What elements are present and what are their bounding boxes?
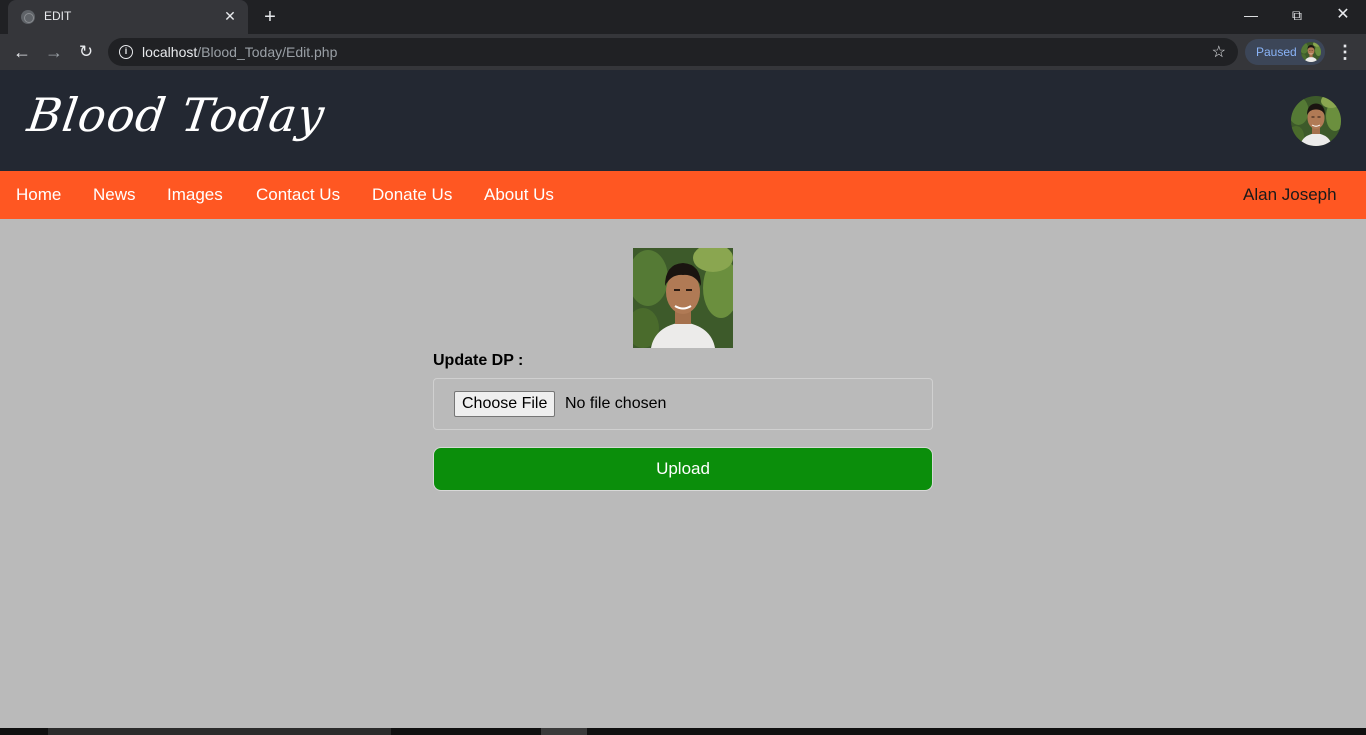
nav-about-us[interactable]: About Us <box>484 185 554 205</box>
address-bar[interactable]: i localhost/Blood_Today/Edit.php ☆ <box>108 38 1238 66</box>
minimize-icon[interactable]: — <box>1228 0 1274 30</box>
nav-donate-us[interactable]: Donate Us <box>372 185 452 205</box>
profile-photo <box>633 248 733 348</box>
reload-icon[interactable]: ↻ <box>73 39 99 65</box>
new-tab-icon[interactable]: + <box>258 5 282 29</box>
profile-status: Paused <box>1256 45 1297 59</box>
info-icon[interactable]: i <box>119 45 133 59</box>
nav-home[interactable]: Home <box>16 185 61 205</box>
window-close-icon[interactable]: ✕ <box>1320 0 1366 30</box>
profile-chip[interactable]: Paused <box>1245 39 1325 65</box>
profile-avatar <box>1301 42 1321 62</box>
url-host: localhost <box>142 44 198 60</box>
header-avatar[interactable] <box>1291 96 1341 146</box>
taskbar <box>0 728 1366 735</box>
arrow-right-icon[interactable]: → <box>41 39 67 65</box>
browser-toolbar: ← → ↻ i localhost/Blood_Today/Edit.php ☆… <box>0 34 1366 70</box>
browser-tab[interactable]: EDIT ✕ <box>8 0 248 34</box>
taskbar-app[interactable] <box>541 728 587 735</box>
tab-title: EDIT <box>44 9 72 23</box>
site-logo[interactable]: Blood Today <box>24 88 328 142</box>
main-nav: Home News Images Contact Us Donate Us Ab… <box>0 171 1366 219</box>
url-text[interactable]: localhost/Blood_Today/Edit.php <box>142 44 337 60</box>
browser-tab-strip: EDIT ✕ + — ⧉ ✕ <box>0 0 1366 34</box>
nav-user-name[interactable]: Alan Joseph <box>1243 185 1337 205</box>
nav-images[interactable]: Images <box>167 185 223 205</box>
update-dp-label: Update DP : <box>433 352 524 369</box>
site-header: Blood Today <box>0 70 1366 171</box>
file-status-text: No file chosen <box>565 395 667 412</box>
upload-button[interactable]: Upload <box>433 447 933 491</box>
arrow-left-icon[interactable]: ← <box>9 39 35 65</box>
close-tab-icon[interactable]: ✕ <box>220 6 240 26</box>
taskbar-search[interactable] <box>48 728 391 735</box>
kebab-menu-icon[interactable]: ⋮ <box>1336 39 1354 65</box>
nav-contact-us[interactable]: Contact Us <box>256 185 340 205</box>
star-icon[interactable]: ☆ <box>1212 42 1226 62</box>
globe-icon <box>21 10 35 24</box>
nav-news[interactable]: News <box>93 185 136 205</box>
url-path: /Blood_Today/Edit.php <box>197 44 338 60</box>
choose-file-button[interactable]: Choose File <box>454 391 556 417</box>
file-input[interactable]: Choose File No file chosen <box>433 378 933 430</box>
restore-icon[interactable]: ⧉ <box>1274 0 1320 30</box>
